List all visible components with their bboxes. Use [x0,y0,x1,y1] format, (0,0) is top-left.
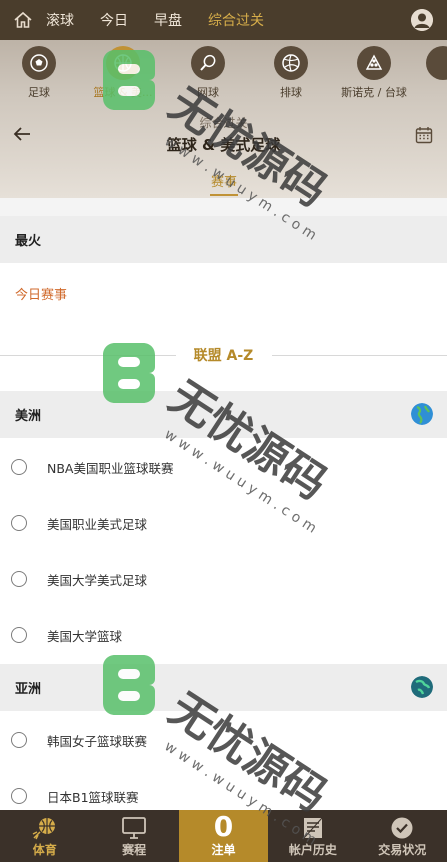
sport-snooker-label: 斯诺克 / 台球 [341,86,407,99]
history-icon [303,817,323,839]
calendar-button[interactable] [415,126,433,148]
league-row[interactable]: 美国大学美式足球 [0,551,447,607]
league-az-divider: 联盟 A-Z [0,342,447,368]
sport-header: 足球 篮球 & 美... 网球 排球 斯诺克 / 台球 综合过关 篮球 & 美式… [0,40,447,198]
league-name: 美国职业美式足球 [47,516,148,532]
sport-tennis[interactable]: 网球 [163,46,253,100]
sport-more[interactable] [398,46,447,80]
sport-basketball[interactable]: 篮球 & 美... [78,46,168,100]
league-name: 美国大学美式足球 [47,572,148,588]
betslip-count: 0 [213,810,234,843]
globe-asia-icon [411,676,433,698]
tennis-racket-icon [200,54,216,71]
radio-button[interactable] [11,627,27,643]
check-circle-icon [391,817,413,839]
radio-button[interactable] [11,459,27,475]
home-icon [14,11,32,28]
monitor-icon [122,817,146,839]
league-name: NBA美国职业篮球联赛 [47,460,174,476]
radio-button[interactable] [11,515,27,531]
league-row[interactable]: 美国大学篮球 [0,607,447,663]
sport-volleyball[interactable]: 排球 [246,46,336,100]
sports-icon [32,818,55,840]
tab-early[interactable]: 早盘 [154,10,182,30]
bottom-tab-schedule[interactable]: 赛程 [89,810,178,862]
bottom-tab-sports-label: 体育 [32,843,57,857]
bottom-tab-history[interactable]: 帐户历史 [268,810,357,862]
user-icon [411,9,433,31]
soccer-ball-icon [30,54,48,72]
sport-basketball-label: 篮球 & 美... [93,86,153,99]
region-americas-label: 美洲 [15,409,42,424]
top-nav: 滚球 今日 早盘 综合过关 [0,0,447,40]
league-name: 美国大学篮球 [47,628,123,644]
region-americas[interactable]: 美洲 [0,391,447,438]
sport-selector: 足球 篮球 & 美... 网球 排球 斯诺克 / 台球 [0,46,447,102]
home-button[interactable] [0,11,46,29]
today-matches-link[interactable]: 今日赛事 [15,284,67,303]
bottom-tab-betslip[interactable]: 0 注单 [178,810,269,862]
page-subtitle: 综合过关 [199,116,248,130]
radio-button[interactable] [11,732,27,748]
calendar-icon [415,127,433,144]
bottom-tab-schedule-label: 赛程 [122,843,147,857]
bottom-tab-sports[interactable]: 体育 [0,810,89,862]
sport-soccer[interactable]: 足球 [0,46,84,100]
tab-parlay[interactable]: 综合过关 [208,10,264,30]
tab-matches-indicator [210,194,238,196]
bottom-tab-betslip-label: 注单 [211,843,236,857]
snooker-icon [365,54,383,70]
tab-matches[interactable]: 赛事 [210,171,238,190]
region-asia[interactable]: 亚洲 [0,664,447,711]
sport-volleyball-label: 排球 [280,86,302,99]
league-row[interactable]: 韩国女子篮球联赛 [0,712,447,768]
sport-tennis-label: 网球 [197,86,219,99]
tab-live[interactable]: 滚球 [46,10,74,30]
radio-button[interactable] [11,571,27,587]
league-name: 韩国女子篮球联赛 [47,733,148,749]
volleyball-icon [282,54,300,72]
league-name: 日本B1篮球联赛 [47,789,139,805]
radio-button[interactable] [11,788,27,804]
tab-today[interactable]: 今日 [100,10,128,30]
bottom-nav: 体育 赛程 0 注单 帐户历史 交易状况 [0,810,447,862]
hot-section-heading: 最火 [0,216,447,263]
bottom-tab-transactions[interactable]: 交易状况 [358,810,447,862]
region-asia-label: 亚洲 [15,682,42,697]
page-title: 篮球 & 美式足球 [166,136,281,154]
bottom-tab-transactions-label: 交易状况 [378,843,427,857]
league-row[interactable]: 美国职业美式足球 [0,495,447,551]
basketball-icon [114,54,132,72]
league-row[interactable]: NBA美国职业篮球联赛 [0,439,447,495]
user-avatar-button[interactable] [411,9,433,31]
globe-americas-icon [411,403,433,425]
section-gap [0,198,447,216]
sport-soccer-label: 足球 [28,86,50,99]
bottom-tab-history-label: 帐户历史 [288,843,337,857]
